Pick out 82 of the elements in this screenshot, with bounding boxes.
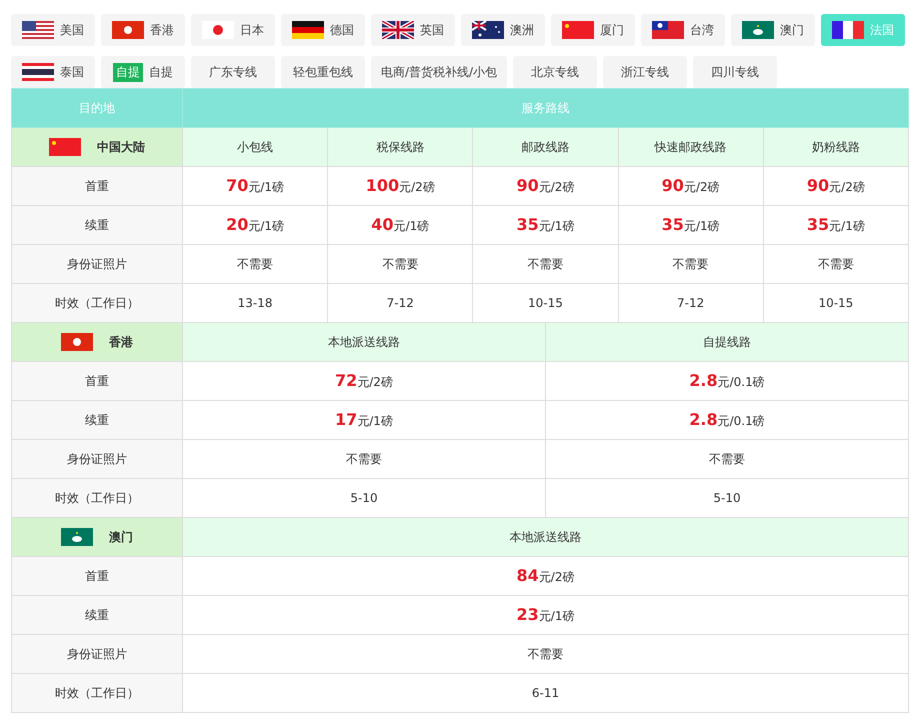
table-cell: 20元/1磅 — [182, 206, 328, 244]
route-header: 小包线 — [182, 128, 328, 166]
region-tab[interactable]: 日本 — [191, 14, 275, 46]
region-name: 澳门 — [109, 528, 133, 546]
row-label: 首重 — [12, 166, 182, 206]
region-tab[interactable]: 香港 — [101, 14, 185, 46]
flag-icon — [562, 21, 594, 39]
table-cell: 70元/1磅 — [182, 166, 328, 206]
row-label: 续重 — [12, 400, 182, 440]
flag-icon — [832, 21, 864, 39]
table-cell: 2.8元/0.1磅 — [545, 362, 908, 400]
flag-icon — [61, 528, 93, 546]
table-cell: 不需要 — [472, 244, 618, 284]
table-cell: 23元/1磅 — [182, 596, 908, 634]
table-cell: 100元/2磅 — [328, 166, 473, 206]
route-header: 本地派送线路 — [182, 322, 546, 362]
region-tab[interactable]: 德国 — [281, 14, 365, 46]
route-header: 邮政线路 — [472, 128, 618, 166]
table-cell: 不需要 — [182, 244, 328, 284]
region-tab[interactable]: 四川专线 — [693, 56, 778, 88]
flag-icon — [202, 21, 234, 39]
region-tab[interactable]: 英国 — [371, 14, 455, 46]
flag-icon — [472, 21, 504, 39]
region-tab[interactable]: 泰国 — [11, 56, 95, 88]
region-tab[interactable]: 电商/普货税补线/小包 — [371, 56, 508, 88]
region-tab[interactable]: 自提 自提 — [101, 56, 185, 88]
table-cell: 不需要 — [182, 634, 908, 674]
region-name: 中国大陆 — [97, 138, 145, 156]
row-label: 身份证照片 — [12, 244, 182, 284]
region-tab[interactable]: 北京专线 — [513, 56, 598, 88]
region-tab[interactable]: 澳洲 — [461, 14, 545, 46]
region-name: 香港 — [109, 334, 133, 350]
table-cell: 不需要 — [763, 244, 908, 284]
flag-icon — [652, 21, 684, 39]
table-cell: 35元/1磅 — [618, 206, 764, 244]
table-cell: 不需要 — [545, 440, 908, 478]
row-label: 续重 — [12, 596, 182, 634]
region-tab[interactable]: 台湾 — [641, 14, 725, 46]
table-cell: 不需要 — [618, 244, 764, 284]
row-label: 身份证照片 — [12, 634, 182, 674]
route-header: 自提线路 — [545, 322, 908, 362]
table-cell: 35元/1磅 — [763, 206, 908, 244]
flag-icon — [22, 21, 54, 39]
table-cell: 90元/2磅 — [763, 166, 908, 206]
column-header: 服务路线 — [182, 88, 908, 128]
row-label: 身份证照片 — [12, 440, 182, 478]
region-tab[interactable]: 广东专线 — [191, 56, 275, 88]
region-tab[interactable]: 轻包重包线 — [281, 56, 365, 88]
flag-icon — [292, 21, 324, 39]
row-label: 时效（工作日） — [12, 674, 182, 712]
flag-icon — [382, 21, 414, 39]
region-tab[interactable]: 澳门 — [731, 14, 815, 46]
table-cell: 不需要 — [182, 440, 546, 478]
table-cell: 17元/1磅 — [182, 400, 546, 440]
row-label: 首重 — [12, 556, 182, 596]
table-cell: 72元/2磅 — [182, 362, 546, 400]
route-header: 快速邮政线路 — [618, 128, 764, 166]
table-cell: 35元/1磅 — [472, 206, 618, 244]
table-cell: 40元/1磅 — [328, 206, 473, 244]
table-cell: 90元/2磅 — [618, 166, 764, 206]
table-cell: 2.8元/0.1磅 — [545, 400, 908, 440]
table-cell: 不需要 — [328, 244, 473, 284]
pickup-badge: 自提 — [113, 62, 143, 82]
flag-icon — [61, 333, 93, 351]
route-header: 奶粉线路 — [763, 128, 908, 166]
flag-icon — [112, 21, 144, 39]
route-header: 税保线路 — [328, 128, 473, 166]
flag-icon — [742, 21, 774, 39]
row-label: 续重 — [12, 206, 182, 244]
row-label: 时效（工作日） — [12, 284, 182, 322]
region-tab[interactable]: 厦门 — [551, 14, 635, 46]
table-cell: 84元/2磅 — [182, 556, 908, 596]
region-tab[interactable]: 美国 — [11, 14, 95, 46]
column-header: 目的地 — [12, 88, 182, 128]
table-cell: 90元/2磅 — [472, 166, 618, 206]
flag-icon — [22, 63, 54, 81]
row-label: 首重 — [12, 362, 182, 400]
route-header: 本地派送线路 — [182, 518, 908, 556]
region-tab[interactable]: 浙江专线 — [603, 56, 688, 88]
table-cell: 6-11 — [182, 674, 908, 712]
flag-icon — [49, 138, 81, 156]
row-label: 时效（工作日） — [12, 478, 182, 518]
